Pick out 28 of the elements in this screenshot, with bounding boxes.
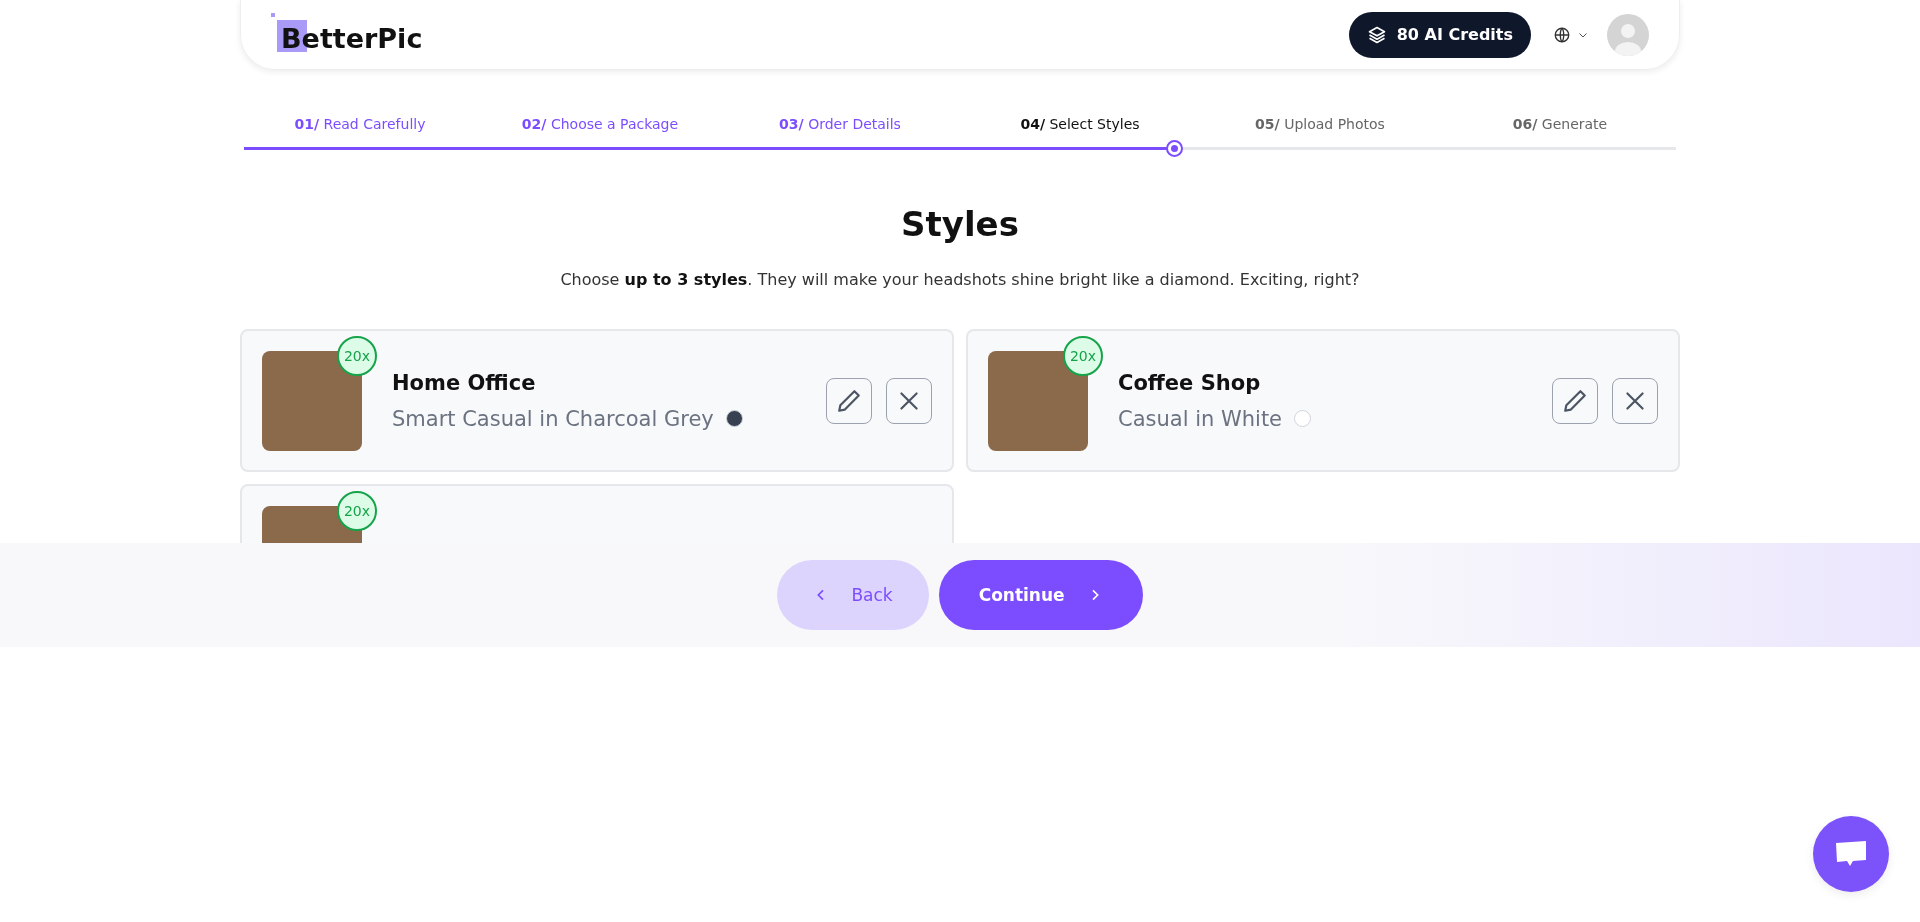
subtitle: Choose up to 3 styles. They will make your headshots shine bright like a diamond. Exciting, right?: [559, 270, 1361, 289]
step-tab[interactable]: 03/ Order Details: [720, 116, 960, 132]
edit-button[interactable]: [826, 377, 872, 424]
outfit-label: Casual in White: [1118, 406, 1283, 431]
edit-button[interactable]: [1552, 377, 1598, 424]
logo[interactable]: BetterPic: [271, 11, 425, 58]
pencil-icon: [836, 387, 862, 414]
pencil-icon: [1562, 387, 1588, 414]
credits-button[interactable]: 80 AI Credits: [1348, 11, 1531, 58]
style-name: Home Office: [392, 370, 537, 395]
count-badge: 20x: [337, 335, 377, 376]
style-name: Coffee Shop: [1118, 370, 1262, 395]
continue-button[interactable]: Continue: [938, 560, 1143, 630]
page-title: Styles: [900, 204, 1020, 244]
step-tab[interactable]: 04/ Select Styles: [960, 116, 1200, 132]
layers-icon: [1366, 24, 1387, 45]
step-tab[interactable]: 05/ Upload Photos: [1200, 116, 1440, 132]
step-tab[interactable]: 06/ Generate: [1440, 116, 1680, 132]
globe-icon: [1553, 25, 1571, 44]
remove-button[interactable]: [1612, 377, 1658, 424]
step-tab[interactable]: 02/ Choose a Package: [480, 116, 720, 132]
count-badge: 20x: [1063, 335, 1103, 376]
outfit-label: Smart Casual in Charcoal Grey: [392, 406, 714, 431]
progress-thumb[interactable]: [1165, 140, 1183, 157]
remove-button[interactable]: [886, 377, 932, 424]
count-badge: 20x: [337, 490, 377, 531]
back-button[interactable]: Back: [777, 560, 929, 630]
step-tab[interactable]: 01/ Read Carefully: [240, 116, 480, 132]
